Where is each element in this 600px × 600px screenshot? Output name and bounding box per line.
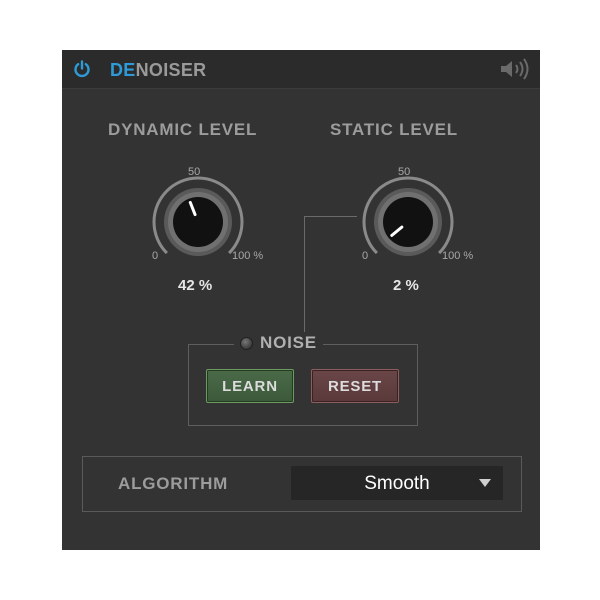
connector-line bbox=[304, 216, 357, 345]
noise-label: NOISE bbox=[260, 333, 317, 352]
algorithm-select[interactable]: Smooth bbox=[291, 466, 503, 500]
reset-button[interactable]: RESET bbox=[311, 369, 399, 403]
dynamic-level-value: 42 % bbox=[178, 277, 213, 294]
dynamic-knob-cap bbox=[173, 197, 223, 247]
plugin-title-accent: DE bbox=[110, 60, 136, 80]
static-knob-cap bbox=[383, 197, 433, 247]
static-level-label: STATIC LEVEL bbox=[330, 120, 458, 139]
dynamic-scale-min: 0 bbox=[152, 250, 159, 262]
chevron-down-icon bbox=[479, 479, 491, 487]
static-level-value: 2 % bbox=[393, 277, 419, 294]
denoiser-panel: DENOISER DYNAMIC LEVEL 50 0 100 % 42 % S… bbox=[62, 50, 540, 550]
algorithm-label: ALGORITHM bbox=[118, 474, 229, 493]
plugin-title: DENOISER bbox=[110, 60, 206, 81]
title-bar: DENOISER bbox=[62, 50, 540, 89]
algorithm-selected-value: Smooth bbox=[364, 473, 430, 494]
learn-button[interactable]: LEARN bbox=[206, 369, 294, 403]
plugin-title-rest: NOISER bbox=[135, 60, 207, 80]
power-icon[interactable] bbox=[72, 59, 92, 79]
dynamic-scale-max: 100 % bbox=[232, 250, 264, 262]
static-scale-max: 100 % bbox=[442, 250, 474, 262]
noise-header: NOISE bbox=[234, 332, 323, 354]
noise-led-indicator bbox=[240, 336, 253, 350]
dynamic-level-label: DYNAMIC LEVEL bbox=[108, 120, 258, 139]
speaker-icon[interactable] bbox=[498, 57, 532, 81]
static-scale-min: 0 bbox=[362, 250, 369, 262]
